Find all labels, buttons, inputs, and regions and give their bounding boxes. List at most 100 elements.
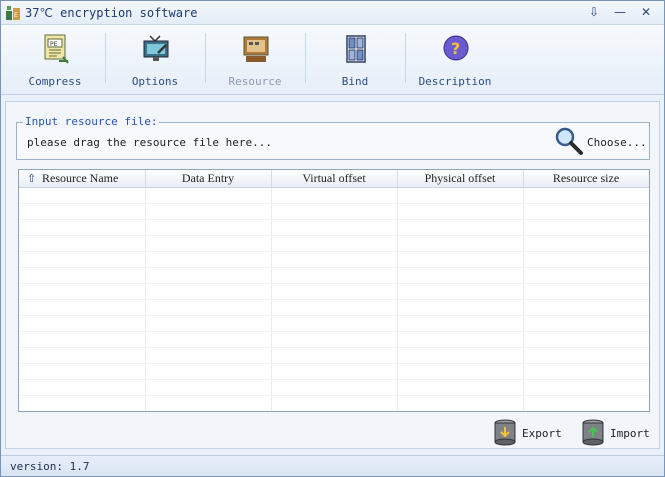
table-cell <box>19 315 146 332</box>
table-cell <box>523 267 649 284</box>
export-button[interactable]: Export <box>492 418 562 448</box>
table-cell <box>271 219 398 236</box>
table-cell <box>19 363 146 380</box>
table-cell <box>19 299 146 316</box>
column-header-physical-offset[interactable]: Physical offset <box>397 170 524 188</box>
monitor-settings-icon <box>143 35 169 61</box>
column-header-label: Resource Name <box>42 170 119 185</box>
table-cell <box>523 331 649 348</box>
table-cell <box>397 219 524 236</box>
table-cell <box>19 331 146 348</box>
table-row <box>19 315 649 332</box>
app-logo-icon: E <box>6 6 20 20</box>
options-button[interactable]: Options <box>105 27 205 93</box>
app-window: E 37℃ encryption software ⇩ — ✕ PE Compr… <box>0 0 665 477</box>
table-cell <box>145 251 272 268</box>
table-row <box>19 251 649 268</box>
resource-table[interactable]: ⇧ Resource Name Data Entry Virtual offse… <box>18 169 650 412</box>
table-cell <box>145 283 272 300</box>
table-cell <box>145 267 272 284</box>
import-label: Import <box>610 427 650 440</box>
status-bar: version: 1.7 <box>1 455 664 476</box>
table-cell <box>397 395 524 411</box>
column-header-resource-name[interactable]: ⇧ Resource Name <box>19 170 146 188</box>
bind-label: Bind <box>341 75 369 88</box>
table-cell <box>19 219 146 236</box>
table-row <box>19 283 649 300</box>
resource-label: Resource <box>228 75 282 88</box>
table-cell <box>19 267 146 284</box>
table-cell <box>523 315 649 332</box>
table-cell <box>271 379 398 396</box>
input-resource-legend: Input resource file: <box>23 115 160 128</box>
input-resource-group[interactable]: Input resource file: please drag the res… <box>16 115 650 160</box>
choose-file-button[interactable]: Choose... <box>553 126 647 156</box>
table-cell <box>271 299 398 316</box>
table-cell <box>397 379 524 396</box>
table-cell <box>271 283 398 300</box>
table-cell <box>523 251 649 268</box>
magnifier-icon <box>555 127 583 155</box>
import-barrel-icon <box>582 419 604 446</box>
table-cell <box>19 395 146 411</box>
table-cell <box>523 219 649 236</box>
bind-button[interactable]: Bind <box>305 27 405 93</box>
table-cell <box>271 187 398 204</box>
table-cell <box>19 283 146 300</box>
table-row <box>19 235 649 252</box>
table-cell <box>19 187 146 204</box>
table-cell <box>523 235 649 252</box>
table-cell <box>397 251 524 268</box>
minimize-button[interactable]: — <box>611 4 629 20</box>
table-cell <box>397 187 524 204</box>
close-button[interactable]: ✕ <box>637 4 655 20</box>
table-cell <box>271 267 398 284</box>
table-cell <box>271 395 398 411</box>
table-cell <box>19 203 146 220</box>
bind-blocks-icon <box>346 35 366 63</box>
table-cell <box>145 395 272 411</box>
main-panel: Input resource file: please drag the res… <box>5 101 660 449</box>
table-cell <box>523 395 649 411</box>
table-cell <box>397 331 524 348</box>
table-cell <box>19 235 146 252</box>
options-label: Options <box>131 75 179 88</box>
table-row <box>19 203 649 220</box>
table-cell <box>19 347 146 364</box>
resource-folder-icon <box>243 36 269 62</box>
table-cell <box>19 379 146 396</box>
table-cell <box>523 347 649 364</box>
table-header-row: ⇧ Resource Name Data Entry Virtual offse… <box>19 170 649 188</box>
table-cell <box>145 187 272 204</box>
column-header-data-entry[interactable]: Data Entry <box>145 170 272 188</box>
sort-up-arrow-icon: ⇧ <box>27 171 37 185</box>
description-button[interactable]: ? Description <box>405 27 505 93</box>
compress-button[interactable]: PE Compress <box>5 27 105 93</box>
table-cell <box>397 315 524 332</box>
table-cell <box>397 235 524 252</box>
resource-button[interactable]: Resource <box>205 27 305 93</box>
table-cell <box>145 347 272 364</box>
table-cell <box>271 363 398 380</box>
table-cell <box>523 299 649 316</box>
table-row <box>19 395 649 411</box>
table-cell <box>145 379 272 396</box>
table-row <box>19 363 649 380</box>
pe-document-icon: PE <box>44 34 69 64</box>
table-cell <box>397 299 524 316</box>
title-bar[interactable]: E 37℃ encryption software ⇩ — ✕ <box>1 1 664 25</box>
column-header-virtual-offset[interactable]: Virtual offset <box>271 170 398 188</box>
table-cell <box>145 203 272 220</box>
table-row <box>19 379 649 396</box>
choose-label: Choose... <box>587 136 647 149</box>
restore-button[interactable]: ⇩ <box>585 4 603 20</box>
table-row <box>19 267 649 284</box>
window-title: 37℃ encryption software <box>25 6 198 20</box>
import-button[interactable]: Import <box>580 418 652 448</box>
description-label: Description <box>418 75 492 88</box>
help-question-icon: ? <box>443 35 469 61</box>
table-cell <box>523 203 649 220</box>
table-body <box>19 187 649 411</box>
column-header-resource-size[interactable]: Resource size <box>523 170 649 188</box>
svg-text:PE: PE <box>50 41 58 48</box>
